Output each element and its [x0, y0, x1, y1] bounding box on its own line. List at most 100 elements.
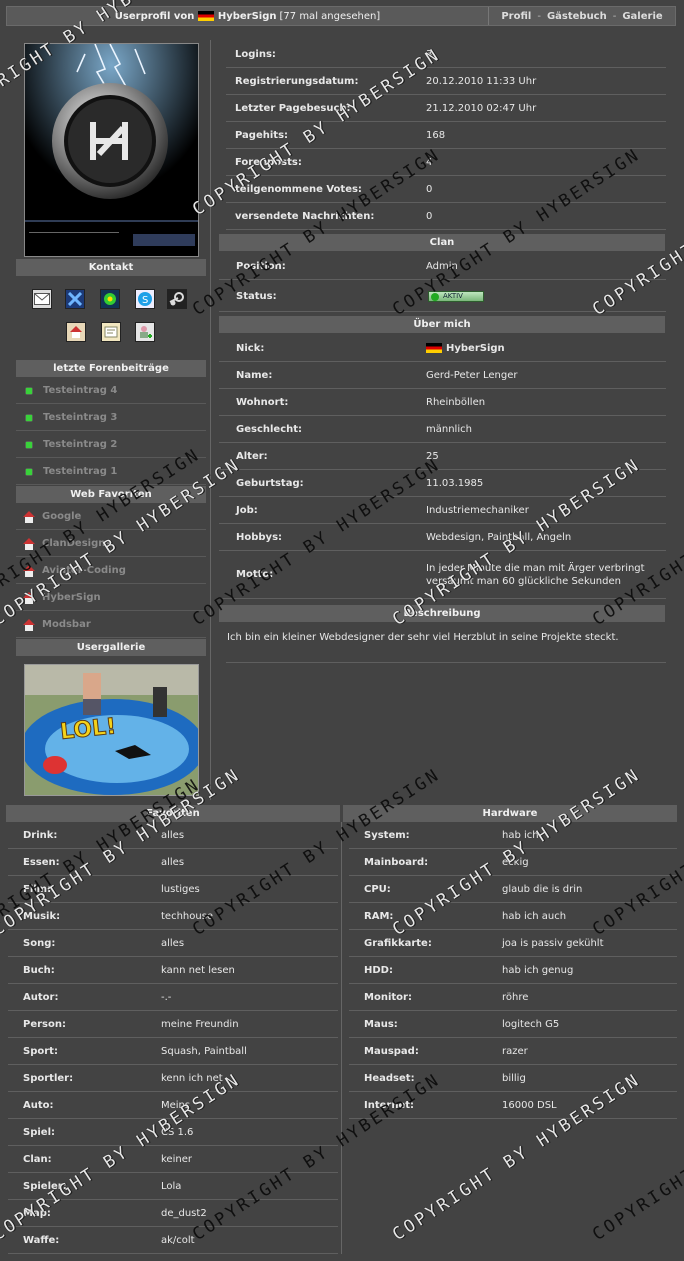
homepage-icon[interactable]	[66, 322, 86, 342]
favorite-row: Autor: -.-	[8, 984, 338, 1011]
web-favorite-link[interactable]: Aviator-Coding	[16, 558, 206, 584]
favorite-row: Buch: kann net lesen	[8, 957, 338, 984]
house-icon	[23, 618, 35, 631]
favorite-row-value: techhouse	[161, 910, 214, 922]
about-row-label: Geschlecht:	[236, 423, 303, 435]
about-row-value: Webdesign, Paintball, Angeln	[426, 531, 572, 543]
germany-flag-icon	[197, 11, 214, 21]
web-favorite-link[interactable]: Google	[16, 504, 206, 530]
favorite-row: Auto: Meins	[8, 1092, 338, 1119]
about-row-value: männlich	[426, 423, 472, 435]
hardware-row: Maus: logitech G5	[349, 1011, 677, 1038]
web-favorite-link[interactable]: HyberSign	[16, 585, 206, 611]
favorite-row-label: Sport:	[23, 1045, 58, 1057]
description-text: Ich bin ein kleiner Webdesigner der sehr…	[227, 632, 619, 643]
hardware-row-label: Maus:	[364, 1018, 398, 1030]
hardware-row: RAM: hab ich auch	[349, 903, 677, 930]
user-avatar	[24, 43, 199, 257]
add-friend-icon[interactable]	[135, 322, 155, 342]
hardware-row-label: Internet:	[364, 1099, 415, 1111]
hardware-row-label: RAM:	[364, 910, 394, 922]
profile-username[interactable]: HyberSign	[218, 11, 277, 22]
about-row-label: Alter:	[236, 450, 268, 462]
about-row-label: Hobbys:	[236, 531, 283, 543]
favorite-row: Spieler: Lola	[8, 1173, 338, 1200]
about-row-value: 11.03.1985	[426, 477, 484, 489]
post-bullet-icon	[26, 441, 32, 448]
hardware-row: Monitor: röhre	[349, 984, 677, 1011]
favorite-row: Sportler: kenn ich net	[8, 1065, 338, 1092]
stat-row: Pagehits: 168	[226, 122, 666, 149]
stat-row: Logins: 3	[226, 41, 666, 68]
web-favorite-link[interactable]: ClanDesigns	[16, 531, 206, 557]
steam-icon[interactable]	[167, 289, 187, 309]
nav-gaestebuch-link[interactable]: Gästebuch	[547, 11, 607, 22]
house-icon	[23, 510, 35, 523]
favorite-row-label: Film:	[23, 883, 52, 895]
favorite-row-value: meine Freundin	[161, 1018, 239, 1030]
nav-galerie-link[interactable]: Galerie	[622, 11, 662, 22]
hardware-row-value: joa is passiv gekühlt	[502, 937, 604, 949]
favorites-section-title: Favoriten	[6, 805, 340, 822]
hardware-row-value: eckig	[502, 856, 529, 868]
germany-flag-icon	[426, 342, 442, 353]
about-row: Alter: 25	[219, 443, 666, 470]
hardware-row-label: Mainboard:	[364, 856, 429, 868]
forum-post-item[interactable]: Testeintrag 3	[16, 405, 206, 431]
favorite-row-label: Autor:	[23, 991, 59, 1003]
web-favorites-title: Web Favoriten	[16, 486, 206, 503]
favorite-row: Essen: alles	[8, 849, 338, 876]
about-row: Job: Industriemechaniker	[219, 497, 666, 524]
hardware-row-value: röhre	[502, 991, 529, 1003]
hardware-row: Mauspad: razer	[349, 1038, 677, 1065]
email-icon[interactable]	[32, 289, 52, 309]
favorite-row-label: Waffe:	[23, 1234, 60, 1246]
favorite-row: Spiel: CS 1.6	[8, 1119, 338, 1146]
forum-post-item[interactable]: Testeintrag 2	[16, 432, 206, 458]
hardware-row-value: hab ich auch	[502, 910, 567, 922]
profile-nav: Profil - Gästebuch - Galerie	[488, 7, 675, 25]
favorite-row: Person: meine Freundin	[8, 1011, 338, 1038]
house-icon	[23, 591, 35, 604]
about-row-label: Geburtstag:	[236, 477, 304, 489]
nav-profil-link[interactable]: Profil	[501, 11, 531, 22]
forum-post-item[interactable]: Testeintrag 1	[16, 459, 206, 485]
stat-row: Forenposts: 4	[226, 149, 666, 176]
favorite-row-label: Song:	[23, 937, 56, 949]
favorite-row-value: -.-	[161, 991, 172, 1003]
xfire-icon[interactable]	[65, 289, 85, 309]
about-row-value: 25	[426, 450, 439, 462]
about-row-label: Wohnort:	[236, 396, 289, 408]
clan-position-row: Position: Admin	[219, 253, 666, 280]
favorite-row: Map: de_dust2	[8, 1200, 338, 1227]
hardware-row-label: System:	[364, 829, 410, 841]
favorite-row-value: Lola	[161, 1180, 182, 1192]
stat-row-value: 0	[426, 210, 433, 222]
send-message-icon[interactable]	[101, 322, 121, 342]
hardware-row: Grafikkarte: joa is passiv gekühlt	[349, 930, 677, 957]
stat-row-value: 4	[426, 156, 433, 168]
stat-row-value: 3	[426, 48, 433, 60]
hardware-row: Mainboard: eckig	[349, 849, 677, 876]
favorite-row-label: Drink:	[23, 829, 58, 841]
skype-icon[interactable]: S	[135, 289, 155, 309]
hardware-row-value: billig	[502, 1072, 526, 1084]
forum-post-item[interactable]: Testeintrag 4	[16, 378, 206, 404]
favorite-row-label: Musik:	[23, 910, 61, 922]
about-row-value: Gerd-Peter Lenger	[426, 369, 518, 381]
about-row: Geschlecht: männlich	[219, 416, 666, 443]
favorite-row: Drink: alles	[8, 822, 338, 849]
icq-icon[interactable]	[100, 289, 120, 309]
web-favorite-link[interactable]: Modsbar	[16, 612, 206, 638]
svg-text:S: S	[142, 295, 148, 306]
gallery-thumbnail[interactable]: LOL!	[24, 664, 199, 796]
title-prefix: Userprofil von	[114, 10, 195, 22]
stat-row-label: Pagehits:	[235, 129, 289, 141]
stat-row-label: Registrierungsdatum:	[235, 75, 359, 87]
hardware-section-title: Hardware	[343, 805, 677, 822]
hardware-row-value: glaub die is drin	[502, 883, 583, 895]
stat-row-value: 21.12.2010 02:47 Uhr	[426, 102, 537, 114]
hardware-row-value: hab ich	[502, 829, 539, 841]
favorite-row-label: Person:	[23, 1018, 66, 1030]
hardware-row-label: HDD:	[364, 964, 393, 976]
